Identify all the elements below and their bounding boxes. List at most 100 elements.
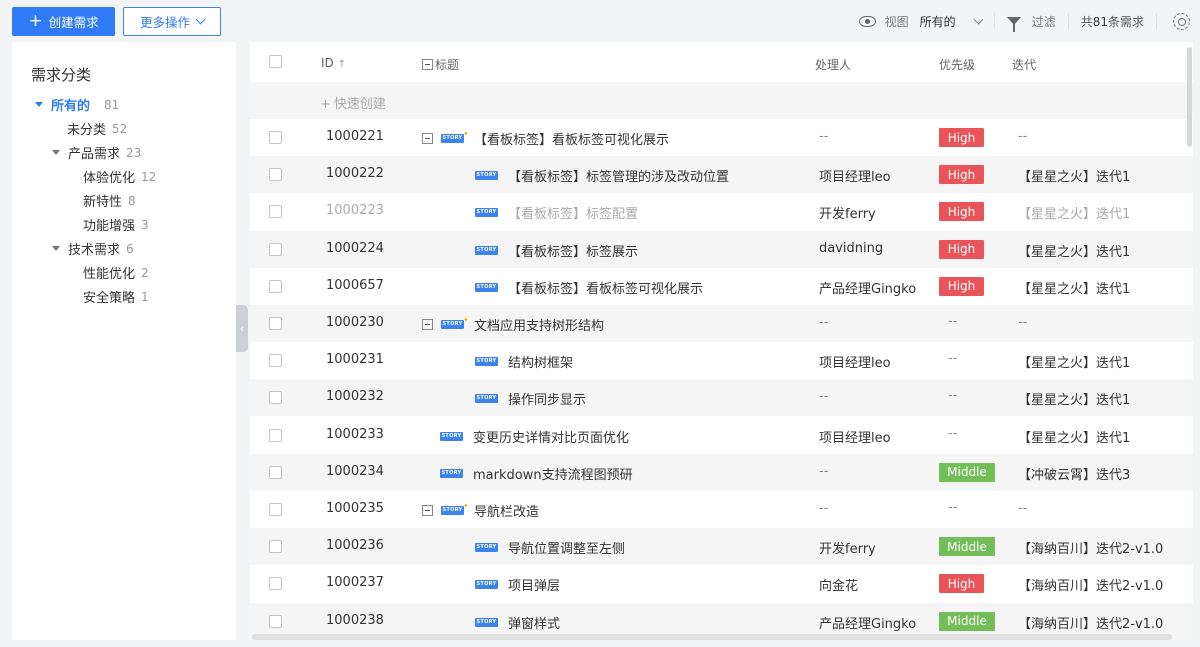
row-title[interactable]: STORY 【看板标签】标签配置 [475, 203, 638, 222]
table-row[interactable]: 1000222 STORY 【看板标签】标签管理的涉及改动位置 项目经理leo … [250, 156, 1193, 194]
priority-empty: -- [948, 351, 958, 367]
header-id-label: ID [321, 56, 334, 70]
row-checkbox[interactable] [269, 503, 282, 516]
row-id: 1000232 [326, 389, 384, 405]
create-requirement-label: 创建需求 [48, 15, 99, 30]
collapse-icon[interactable] [422, 505, 433, 516]
table-row[interactable]: 1000223 STORY 【看板标签】标签配置 开发ferry High 【星… [250, 193, 1193, 230]
select-all-checkbox[interactable] [269, 55, 282, 68]
quick-create-row[interactable]: + 快速创建 [250, 82, 1193, 119]
table-row[interactable]: 1000233 STORY 变更历史详情对比页面优化 项目经理leo -- 【星… [250, 417, 1193, 454]
row-checkbox[interactable] [269, 577, 282, 591]
table-row[interactable]: 1000224 STORY 【看板标签】标签展示 davidning High … [250, 230, 1193, 268]
collapse-icon[interactable] [422, 133, 433, 144]
priority-badge: High [939, 239, 984, 259]
sidebar-item-tech[interactable]: 技术需求 6 [52, 239, 134, 258]
row-iteration: 【星星之火】迭代1 [1018, 170, 1131, 186]
row-checkbox[interactable] [269, 205, 282, 219]
story-tag-icon: STORY [475, 394, 498, 404]
table-row[interactable]: 1000234 STORY markdown支持流程图预研 -- Middle … [250, 453, 1193, 491]
table-row[interactable]: 1000232 STORY 操作同步显示 -- -- 【星星之火】迭代1 [250, 379, 1193, 417]
header-id[interactable]: ID ↑ [321, 56, 346, 70]
table-row[interactable]: 1000235 STORY 导航栏改造 -- -- -- [250, 491, 1193, 528]
header-iteration[interactable]: 迭代 [1012, 56, 1036, 73]
row-owner: 向金花 [819, 579, 859, 595]
row-checkbox[interactable] [269, 391, 282, 405]
table-row[interactable]: 1000230 STORY 文档应用支持树形结构 -- -- -- [250, 305, 1193, 342]
sidebar-item-product[interactable]: 产品需求 23 [52, 143, 141, 162]
sidebar-item-security[interactable]: 安全策略 1 [83, 287, 149, 307]
row-title[interactable]: STORY 项目弹层 [475, 575, 560, 594]
header-title[interactable]: 标题 [422, 56, 459, 73]
create-requirement-button[interactable]: + 创建需求 [12, 7, 115, 36]
row-id: 1000224 [326, 240, 384, 256]
sidebar-item-count: 3 [141, 217, 149, 232]
collapse-icon[interactable] [422, 319, 433, 330]
collapse-all-icon[interactable] [422, 59, 433, 70]
row-title[interactable]: STORY 弹窗样式 [475, 613, 560, 632]
row-iteration: 【海纳百川】迭代2-v1.0 [1018, 542, 1164, 558]
row-title-text: markdown支持流程图预研 [473, 467, 633, 483]
priority-badge: Middle [939, 611, 995, 631]
view-selector[interactable]: 视图 所有的 [858, 13, 984, 30]
row-title[interactable]: STORY 结构树框架 [475, 352, 573, 371]
row-owner: 开发ferry [819, 542, 876, 558]
row-checkbox[interactable] [269, 614, 282, 628]
row-title[interactable]: STORY 文档应用支持树形结构 [422, 315, 604, 334]
header-owner[interactable]: 处理人 [815, 56, 851, 73]
row-checkbox[interactable] [269, 242, 282, 256]
row-title-text: 变更历史详情对比页面优化 [473, 430, 630, 446]
sidebar-item-new-feature[interactable]: 新特性 8 [83, 191, 136, 211]
sort-arrow-icon: ↑ [337, 59, 347, 70]
row-title[interactable]: STORY 变更历史详情对比页面优化 [440, 427, 629, 446]
sidebar-collapse-handle[interactable]: ‹ [236, 305, 248, 352]
row-title[interactable]: STORY 【看板标签】标签管理的涉及改动位置 [475, 166, 729, 185]
sidebar-item-enhancement[interactable]: 功能增强 3 [83, 215, 149, 235]
row-checkbox[interactable] [269, 428, 282, 442]
story-tag-icon: STORY [475, 171, 498, 181]
sidebar-item-label: 性能优化 [83, 267, 136, 282]
row-title[interactable]: STORY 导航栏改造 [422, 501, 539, 520]
more-actions-button[interactable]: 更多操作 [123, 7, 221, 36]
quick-create[interactable]: + 快速创建 [320, 93, 386, 112]
vertical-scrollbar[interactable] [1187, 47, 1192, 147]
row-title[interactable]: STORY 操作同步显示 [475, 389, 586, 408]
row-title[interactable]: STORY 【看板标签】看板标签可视化展示 [475, 278, 703, 297]
row-id: 1000235 [326, 501, 384, 516]
gear-icon[interactable] [1173, 12, 1190, 30]
table-row[interactable]: 1000236 STORY 导航位置调整至左侧 开发ferry Middle 【… [250, 528, 1193, 566]
sidebar-item-ux[interactable]: 体验优化 12 [83, 167, 157, 187]
table-row[interactable]: 1000237 STORY 项目弹层 向金花 High 【海纳百川】迭代2-v1… [250, 565, 1193, 602]
row-title[interactable]: STORY markdown支持流程图预研 [440, 464, 633, 483]
table-row[interactable]: 1000657 STORY 【看板标签】看板标签可视化展示 产品经理Gingko… [250, 268, 1193, 305]
row-id: 1000234 [326, 463, 384, 479]
sidebar-item-count: 12 [141, 169, 157, 184]
horizontal-scrollbar[interactable] [252, 634, 1172, 640]
row-title-text: 【看板标签】标签展示 [508, 244, 639, 260]
priority-badge: High [939, 128, 984, 147]
row-checkbox[interactable] [269, 354, 282, 368]
table-row[interactable]: 1000221 STORY 【看板标签】看板标签可视化展示 -- High -- [250, 119, 1193, 156]
row-title[interactable]: STORY 导航位置调整至左侧 [475, 538, 625, 557]
table-row[interactable]: 1000231 STORY 结构树框架 项目经理leo -- 【星星之火】迭代1 [250, 342, 1193, 379]
priority-badge: High [939, 202, 984, 222]
row-checkbox[interactable] [269, 279, 282, 293]
sidebar-item-uncategorized[interactable]: 未分类 52 [67, 119, 127, 139]
sidebar-item-all[interactable]: 所有的 81 [35, 95, 119, 114]
row-checkbox[interactable] [269, 540, 282, 554]
row-owner: 项目经理leo [819, 430, 891, 446]
header-priority[interactable]: 优先级 [939, 56, 975, 73]
row-checkbox[interactable] [269, 131, 282, 144]
filter-button[interactable]: 过滤 [1006, 13, 1056, 32]
row-checkbox[interactable] [269, 317, 282, 330]
row-checkbox[interactable] [269, 168, 282, 182]
more-actions-label: 更多操作 [139, 15, 190, 30]
row-owner: -- [819, 501, 829, 516]
sidebar-item-count: 1 [141, 289, 149, 304]
chevron-down-icon [195, 14, 206, 25]
row-checkbox[interactable] [269, 465, 282, 479]
sidebar-item-performance[interactable]: 性能优化 2 [83, 263, 149, 283]
row-title[interactable]: STORY 【看板标签】看板标签可视化展示 [422, 129, 669, 148]
row-iteration: -- [1018, 315, 1028, 330]
row-title[interactable]: STORY 【看板标签】标签展示 [475, 241, 638, 260]
